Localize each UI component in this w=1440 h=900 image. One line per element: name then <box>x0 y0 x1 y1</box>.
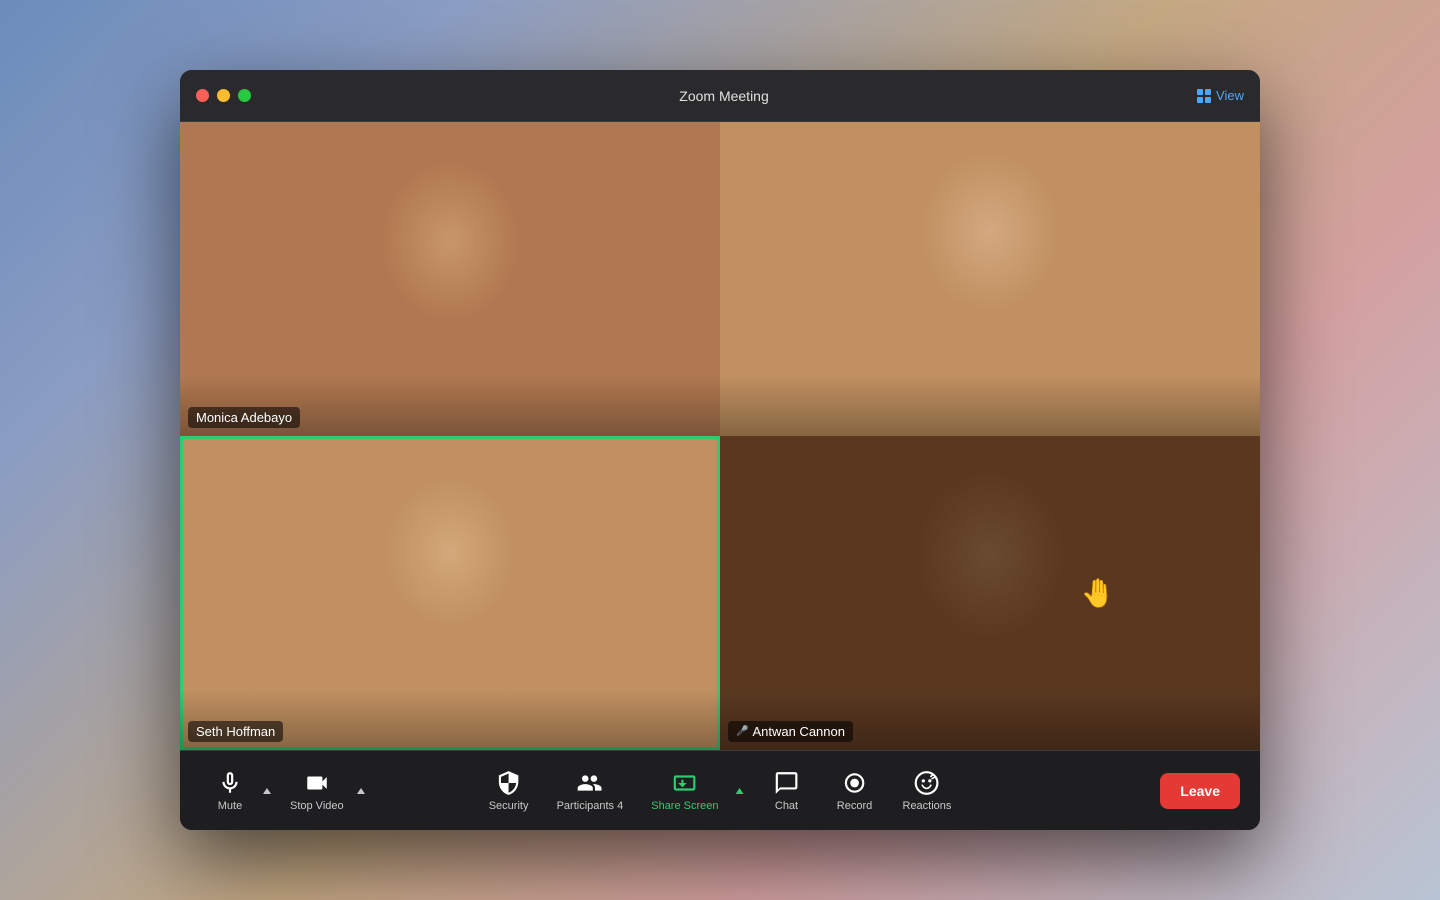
seth-name: Seth Hoffman <box>196 724 275 739</box>
toolbar: Mute Stop Video <box>180 750 1260 830</box>
mute-caret[interactable] <box>258 771 276 811</box>
toolbar-right: Leave <box>1160 773 1240 809</box>
record-button[interactable]: Record <box>825 764 885 818</box>
stop-video-button[interactable]: Stop Video <box>280 764 354 818</box>
participants-button[interactable]: Participants 4 <box>547 764 634 818</box>
video-cell-monica: Monica Adebayo <box>180 122 720 436</box>
toolbar-left: Mute Stop Video <box>200 764 370 818</box>
mic-icon <box>217 770 243 796</box>
security-button[interactable]: Security <box>479 764 539 818</box>
minimize-button[interactable] <box>217 89 230 102</box>
leave-button[interactable]: Leave <box>1160 773 1240 809</box>
maximize-button[interactable] <box>238 89 251 102</box>
toolbar-center: Security Participants 4 Share Screen <box>479 764 962 818</box>
reactions-icon <box>914 770 940 796</box>
share-screen-caret[interactable] <box>731 771 749 811</box>
chat-button[interactable]: Chat <box>757 764 817 818</box>
video-cell-antwan: 🤚 🎤 Antwan Cannon <box>720 436 1260 750</box>
stop-video-label: Stop Video <box>290 800 344 812</box>
close-button[interactable] <box>196 89 209 102</box>
titlebar: Zoom Meeting View <box>180 70 1260 122</box>
reactions-label: Reactions <box>903 800 952 812</box>
view-label: View <box>1216 88 1244 103</box>
name-label-antwan: 🎤 Antwan Cannon <box>728 721 853 742</box>
chat-label: Chat <box>775 800 798 812</box>
zoom-window: Zoom Meeting View Monica Adebayo <box>180 70 1260 830</box>
record-label: Record <box>837 800 872 812</box>
mic-muted-icon: 🎤 <box>736 726 748 737</box>
window-controls <box>196 89 251 102</box>
caret-up-icon <box>262 786 272 796</box>
monica-name: Monica Adebayo <box>196 410 292 425</box>
name-label-seth: Seth Hoffman <box>188 721 283 742</box>
video-overlay-2 <box>720 376 1260 436</box>
camera-icon <box>304 770 330 796</box>
video-cell-woman2 <box>720 122 1260 436</box>
reactions-button[interactable]: Reactions <box>893 764 962 818</box>
video-caret[interactable] <box>352 771 370 811</box>
share-screen-button[interactable]: Share Screen <box>641 764 728 818</box>
video-cell-seth: Seth Hoffman <box>180 436 720 750</box>
window-title: Zoom Meeting <box>679 88 768 104</box>
name-label-monica: Monica Adebayo <box>188 407 300 428</box>
caret-up-icon-3 <box>735 786 745 796</box>
mute-button[interactable]: Mute <box>200 764 260 818</box>
security-label: Security <box>489 800 529 812</box>
record-icon <box>842 770 868 796</box>
antwan-name: Antwan Cannon <box>752 724 845 739</box>
reaction-hand-icon: 🤚 <box>1081 577 1116 610</box>
mute-label: Mute <box>218 800 242 812</box>
video-grid: Monica Adebayo Seth Hoffman 🤚 🎤 Antwan C… <box>180 122 1260 750</box>
caret-up-icon-2 <box>356 786 366 796</box>
participants-label: Participants 4 <box>557 800 624 812</box>
share-screen-label: Share Screen <box>651 800 718 812</box>
grid-view-icon <box>1197 89 1211 103</box>
participants-icon <box>577 770 603 796</box>
view-button[interactable]: View <box>1197 88 1244 103</box>
shield-icon <box>496 770 522 796</box>
participants-container: Participants 4 <box>547 764 634 818</box>
share-screen-icon <box>672 770 698 796</box>
chat-icon <box>774 770 800 796</box>
